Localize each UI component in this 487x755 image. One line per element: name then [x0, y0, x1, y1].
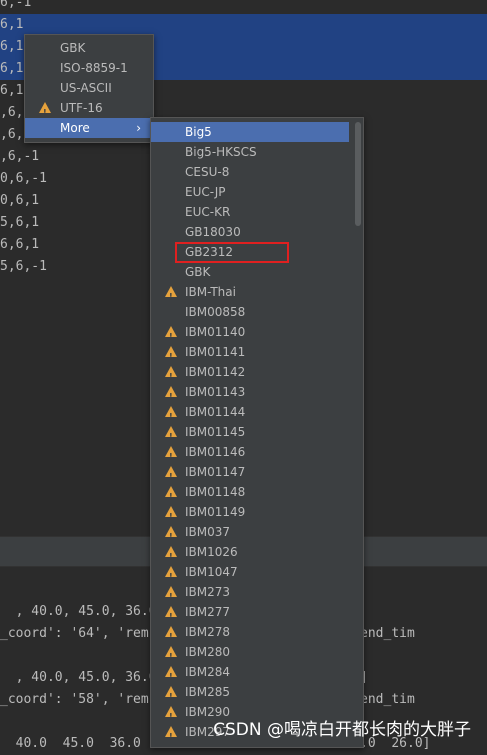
more-encodings-submenu: Big5 Big5-HKSCS CESU-8 EUC-JP EUC-KR GB18030 G… — [150, 117, 364, 748]
editor-line[interactable]: 6,1 — [0, 14, 487, 36]
warning-icon — [165, 346, 177, 367]
warning-icon — [165, 546, 177, 567]
encoding-menu: GBK ISO-8859-1 US-ASCII UTF-16 More › — [24, 34, 154, 143]
encoding-option-label: Big5-HKSCS — [185, 145, 257, 159]
encoding-option[interactable]: IBM273 — [151, 582, 349, 607]
encoding-option[interactable]: CESU-8 — [151, 162, 349, 182]
warning-icon — [165, 486, 177, 507]
encoding-menu-item-label: More — [60, 121, 90, 135]
warning-icon — [165, 286, 177, 307]
encoding-option[interactable]: IBM01149 — [151, 502, 349, 527]
warning-icon — [39, 102, 51, 123]
warning-icon — [165, 646, 177, 667]
warning-icon — [165, 326, 177, 347]
encoding-option-label: GB18030 — [185, 225, 241, 239]
warning-icon — [165, 726, 177, 747]
warning-icon — [165, 506, 177, 527]
encoding-option[interactable]: IBM01140 — [151, 322, 349, 347]
encoding-option[interactable]: EUC-JP — [151, 182, 349, 202]
encoding-option[interactable]: IBM037 — [151, 522, 349, 547]
encoding-option-label: GBK — [185, 265, 211, 279]
encoding-option-label: IBM1026 — [185, 545, 238, 559]
encoding-option-label: IBM01149 — [185, 505, 246, 519]
encoding-option-label: IBM277 — [185, 605, 231, 619]
encoding-option[interactable]: IBM1026 — [151, 542, 349, 567]
encoding-menu-item[interactable]: US-ASCII — [25, 78, 153, 98]
encoding-option-label: IBM037 — [185, 525, 231, 539]
gb2312-highlight-annotation — [175, 242, 289, 263]
encoding-option[interactable]: GB18030 — [151, 222, 349, 242]
encoding-option[interactable]: IBM284 — [151, 662, 349, 687]
encoding-option[interactable]: IBM01143 — [151, 382, 349, 407]
encoding-option-label: IBM01148 — [185, 485, 246, 499]
encoding-option[interactable]: IBM01142 — [151, 362, 349, 387]
encoding-option-label: CESU-8 — [185, 165, 230, 179]
encoding-option[interactable]: IBM280 — [151, 642, 349, 667]
encoding-option-label: IBM01144 — [185, 405, 246, 419]
encoding-option-label: EUC-KR — [185, 205, 231, 219]
encoding-option[interactable]: EUC-KR — [151, 202, 349, 222]
warning-icon — [165, 466, 177, 487]
encoding-option[interactable]: IBM01141 — [151, 342, 349, 367]
encoding-option-label: IBM00858 — [185, 305, 246, 319]
encoding-option-label: IBM01141 — [185, 345, 246, 359]
warning-icon — [165, 386, 177, 407]
encoding-option[interactable]: IBM-Thai — [151, 282, 349, 307]
encoding-option-label: IBM278 — [185, 625, 231, 639]
watermark: CSDN @喝凉白开都长肉的大胖子 — [213, 720, 471, 740]
scrollbar-thumb[interactable] — [355, 122, 361, 226]
encoding-menu-item[interactable]: More › — [25, 118, 153, 138]
encoding-option-label: IBM01147 — [185, 465, 246, 479]
warning-icon — [165, 586, 177, 607]
chevron-right-icon: › — [136, 121, 141, 135]
encoding-option[interactable]: IBM277 — [151, 602, 349, 627]
encoding-option[interactable]: IBM278 — [151, 622, 349, 647]
encoding-menu-item[interactable]: ISO-8859-1 — [25, 58, 153, 78]
encoding-option-label: IBM280 — [185, 645, 231, 659]
encoding-option-label: IBM284 — [185, 665, 231, 679]
encoding-option[interactable]: GBK — [151, 262, 349, 282]
warning-icon — [165, 666, 177, 687]
encoding-option[interactable]: Big5-HKSCS — [151, 142, 349, 162]
encoding-option-label: Big5 — [185, 125, 212, 139]
encoding-option-label: IBM-Thai — [185, 285, 236, 299]
encoding-option[interactable]: IBM01145 — [151, 422, 349, 447]
warning-icon — [165, 406, 177, 427]
warning-icon — [165, 366, 177, 387]
encoding-menu-item[interactable]: UTF-16 — [25, 98, 153, 123]
encoding-menu-item-label: US-ASCII — [60, 81, 112, 95]
encoding-option-label: IBM01140 — [185, 325, 246, 339]
encoding-option[interactable]: IBM01144 — [151, 402, 349, 427]
encoding-option-label: IBM01146 — [185, 445, 246, 459]
encoding-menu-item-label: GBK — [60, 41, 86, 55]
encoding-option[interactable]: IBM1047 — [151, 562, 349, 587]
warning-icon — [165, 706, 177, 727]
warning-icon — [165, 526, 177, 547]
warning-icon — [165, 686, 177, 707]
console-line: , 40.0, 45.0, 36.0, — [0, 604, 165, 619]
encoding-option-label: IBM273 — [185, 585, 231, 599]
warning-icon — [165, 426, 177, 447]
encoding-option[interactable]: IBM01146 — [151, 442, 349, 467]
warning-icon — [165, 446, 177, 467]
warning-icon — [165, 626, 177, 647]
encoding-option[interactable]: Big5 — [151, 122, 349, 142]
editor-line[interactable]: 6,-1 — [0, 0, 487, 14]
encoding-option[interactable]: IBM285 — [151, 682, 349, 707]
encoding-menu-item-label: ISO-8859-1 — [60, 61, 128, 75]
encoding-option[interactable]: IBM01147 — [151, 462, 349, 487]
encoding-option-label: IBM285 — [185, 685, 231, 699]
encoding-option-label: IBM1047 — [185, 565, 238, 579]
encoding-option[interactable]: IBM00858 — [151, 302, 349, 322]
encoding-option-label: EUC-JP — [185, 185, 226, 199]
warning-icon — [165, 566, 177, 587]
encoding-option-label: IBM01142 — [185, 365, 246, 379]
warning-icon — [165, 606, 177, 627]
encoding-option[interactable]: IBM01148 — [151, 482, 349, 507]
encoding-menu-item[interactable]: GBK — [25, 38, 153, 58]
encoding-menu-item-label: UTF-16 — [60, 101, 103, 115]
encoding-option-label: IBM01145 — [185, 425, 246, 439]
encoding-option-label: IBM01143 — [185, 385, 246, 399]
submenu-scrollbar[interactable] — [353, 118, 363, 747]
